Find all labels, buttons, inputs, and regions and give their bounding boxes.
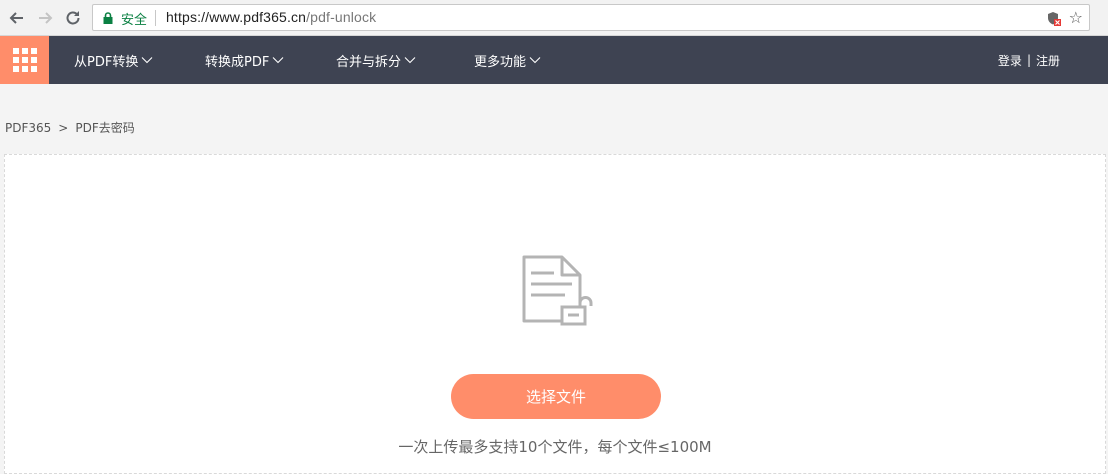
forward-icon[interactable] [34,7,56,29]
breadcrumb-separator: > [58,121,69,135]
bookmark-star-icon[interactable]: ☆ [1069,9,1083,26]
menu-label: 合并与拆分 [336,54,402,70]
chevron-down-icon [404,57,416,64]
chevron-down-icon [141,57,153,64]
chevron-down-icon [529,57,541,64]
menu-merge-split[interactable]: 合并与拆分 [336,36,416,84]
address-bar[interactable]: 安全 https://www.pdf365.cn/pdf-unlock ☆ [92,4,1090,31]
url-host: https://www.pdf365.cn [166,9,307,25]
menu-to-pdf[interactable]: 转换成PDF [205,36,284,84]
register-link[interactable]: 注册 [1036,52,1060,69]
menu-label: 从PDF转换 [74,54,139,70]
choose-file-button[interactable]: 选择文件 [451,374,661,419]
upload-dropzone[interactable]: 选择文件 一次上传最多支持10个文件，每个文件≤100M [4,154,1106,474]
menu-label: 转换成PDF [205,54,270,70]
lock-icon [103,12,113,24]
reload-icon[interactable] [62,7,84,29]
address-divider [155,10,156,26]
breadcrumb-home[interactable]: PDF365 [5,121,51,135]
auth-separator: | [1026,53,1031,67]
back-icon[interactable] [6,7,28,29]
breadcrumb-current: PDF去密码 [75,121,135,135]
site-nav: 从PDF转换 转换成PDF 合并与拆分 更多功能 登录 | 注册 [0,36,1108,84]
apps-grid-icon[interactable] [0,36,49,84]
browser-toolbar: 安全 https://www.pdf365.cn/pdf-unlock ☆ [0,0,1108,36]
menu-from-pdf[interactable]: 从PDF转换 [74,36,153,84]
upload-hint: 一次上传最多支持10个文件，每个文件≤100M [398,438,712,456]
secure-label: 安全 [121,13,148,28]
auth-links: 登录 | 注册 [998,36,1060,84]
menu-more[interactable]: 更多功能 [474,36,541,84]
url-path: /pdf-unlock [306,9,377,25]
menu-label: 更多功能 [474,54,527,70]
login-link[interactable]: 登录 [998,52,1022,69]
url-text[interactable]: https://www.pdf365.cn/pdf-unlock [166,9,376,25]
breadcrumb: PDF365 > PDF去密码 [5,119,135,136]
chevron-down-icon [272,57,284,64]
shield-extension-icon[interactable] [1047,11,1061,26]
pdf-unlock-file-icon [522,255,593,326]
